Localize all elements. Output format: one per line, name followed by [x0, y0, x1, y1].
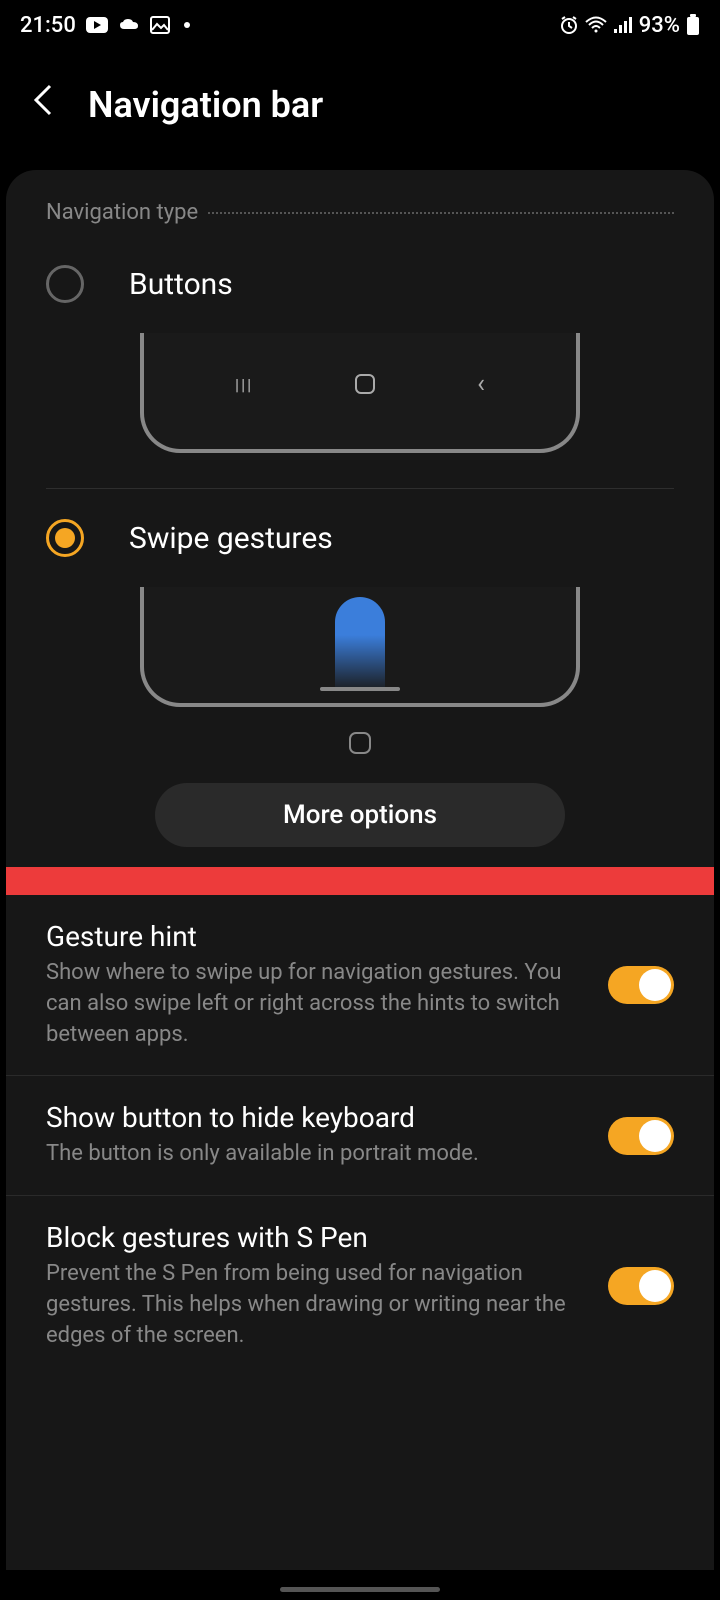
more-options-button[interactable]: More options [155, 783, 565, 847]
setting-desc: Show where to swipe up for navigation ge… [46, 958, 588, 1050]
setting-text: Block gestures with S Pen Prevent the S … [46, 1221, 588, 1351]
toggle-block-spen[interactable] [608, 1267, 674, 1305]
setting-desc: Prevent the S Pen from being used for na… [46, 1259, 588, 1351]
preview-buttons: ‹ [140, 333, 580, 453]
radio-selected-icon [46, 519, 84, 557]
status-left: 21:50 [20, 13, 190, 38]
radio-label-swipe: Swipe gestures [129, 521, 333, 556]
setting-block-spen[interactable]: Block gestures with S Pen Prevent the S … [6, 1196, 714, 1376]
square-icon [349, 732, 371, 754]
section-label: Navigation type [46, 200, 198, 225]
content-card: Navigation type Buttons ‹ Swipe gestures… [6, 170, 714, 1570]
status-bar: 21:50 93% [0, 0, 720, 50]
more-options-label: More options [283, 800, 437, 830]
home-icon [355, 374, 375, 394]
highlight-marker [6, 867, 714, 895]
radio-option-swipe[interactable]: Swipe gestures [6, 489, 714, 577]
setting-title: Show button to hide keyboard [46, 1101, 588, 1134]
page-header: Navigation bar [0, 50, 720, 170]
battery-icon [686, 14, 700, 36]
preview-swipe [140, 587, 580, 707]
cloud-icon [118, 17, 140, 33]
setting-text: Show button to hide keyboard The button … [46, 1101, 588, 1170]
alarm-icon [559, 15, 579, 35]
gesture-thumb-icon [335, 597, 385, 692]
toggle-hide-keyboard[interactable] [608, 1117, 674, 1155]
dot-icon [184, 22, 190, 28]
recents-icon [235, 375, 253, 393]
gesture-hint-bar [320, 687, 400, 691]
radio-option-buttons[interactable]: Buttons [6, 235, 714, 323]
dotted-line [208, 212, 674, 214]
radio-unselected-icon [46, 265, 84, 303]
setting-gesture-hint[interactable]: Gesture hint Show where to swipe up for … [6, 895, 714, 1076]
status-time: 21:50 [20, 13, 76, 38]
home-indicator[interactable] [280, 1587, 440, 1592]
toggle-gesture-hint[interactable] [608, 966, 674, 1004]
setting-title: Gesture hint [46, 920, 588, 953]
image-icon [150, 16, 170, 34]
hint-indicator [6, 732, 714, 758]
status-right: 93% [559, 13, 700, 38]
setting-title: Block gestures with S Pen [46, 1221, 588, 1254]
battery-percent: 93% [639, 13, 680, 38]
page-title: Navigation bar [88, 84, 323, 126]
setting-text: Gesture hint Show where to swipe up for … [46, 920, 588, 1050]
back-button[interactable] [30, 80, 58, 130]
signal-icon [613, 16, 633, 34]
youtube-icon [86, 17, 108, 33]
setting-hide-keyboard[interactable]: Show button to hide keyboard The button … [6, 1076, 714, 1196]
section-header: Navigation type [6, 200, 714, 235]
radio-label-buttons: Buttons [129, 267, 233, 302]
setting-desc: The button is only available in portrait… [46, 1139, 588, 1170]
back-icon: ‹ [477, 369, 485, 399]
wifi-icon [585, 16, 607, 34]
